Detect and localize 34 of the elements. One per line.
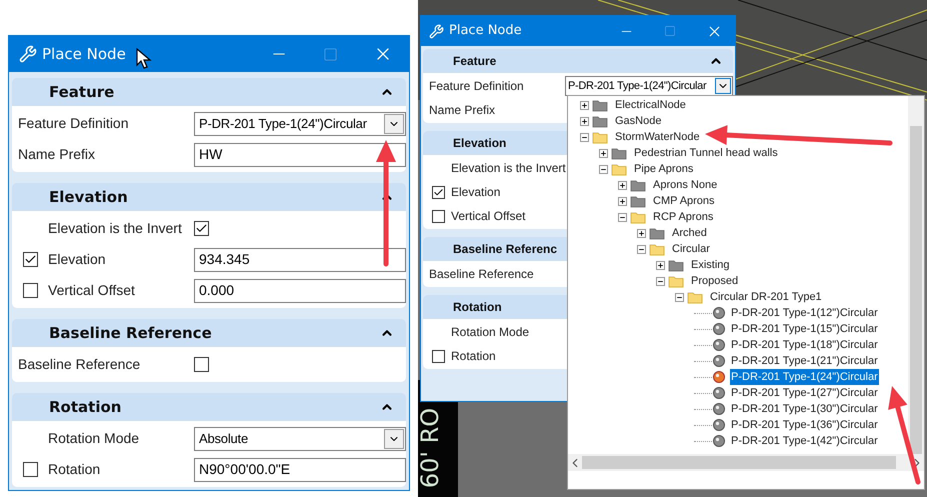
field-label: Baseline Reference [429,266,535,283]
section-title: Baseline Reference [49,322,212,344]
field-label: Feature Definition [18,114,130,133]
field-value: N90°00'00.0"E [199,460,290,479]
field-value: 0.000 [199,281,234,300]
dropdown-value: Absolute [199,430,248,448]
field-label: Feature Definition [429,78,525,95]
window-title: Place Node [449,22,522,40]
dropdown-value: P-DR-201 Type-1(24")Circular [199,114,367,133]
dropdown-value: P-DR-201 Type-1(24")Circular [568,78,706,94]
field-label: Baseline Reference [18,355,142,374]
field-label: Vertical Offset [451,208,526,225]
cad-label: 60' RO [416,408,444,488]
field-label: Rotation Mode [451,324,530,341]
section-title: Rotation [49,396,122,418]
field-value: 934.345 [199,250,250,269]
section-title: Elevation [453,135,506,152]
field-label: Rotation Mode [48,429,140,448]
section-title: Feature [49,82,114,103]
window-title: Place Node [42,44,126,65]
field-label: Rotation [48,460,102,479]
field-label: Name Prefix [18,145,96,164]
field-label: Elevation [451,184,502,201]
field-label: Elevation [48,250,107,269]
section-title: Elevation [49,186,128,208]
section-title: Baseline Referenc [453,241,558,258]
field-label: Rotation [451,348,497,365]
section-title: Feature [453,53,496,70]
field-label: Name Prefix [429,102,496,119]
section-title: Rotation [453,299,502,316]
field-label: Elevation is the Invert [451,160,565,177]
field-value: HW [199,145,222,164]
field-label: Elevation is the Invert [48,219,183,238]
field-label: Vertical Offset [48,281,136,300]
